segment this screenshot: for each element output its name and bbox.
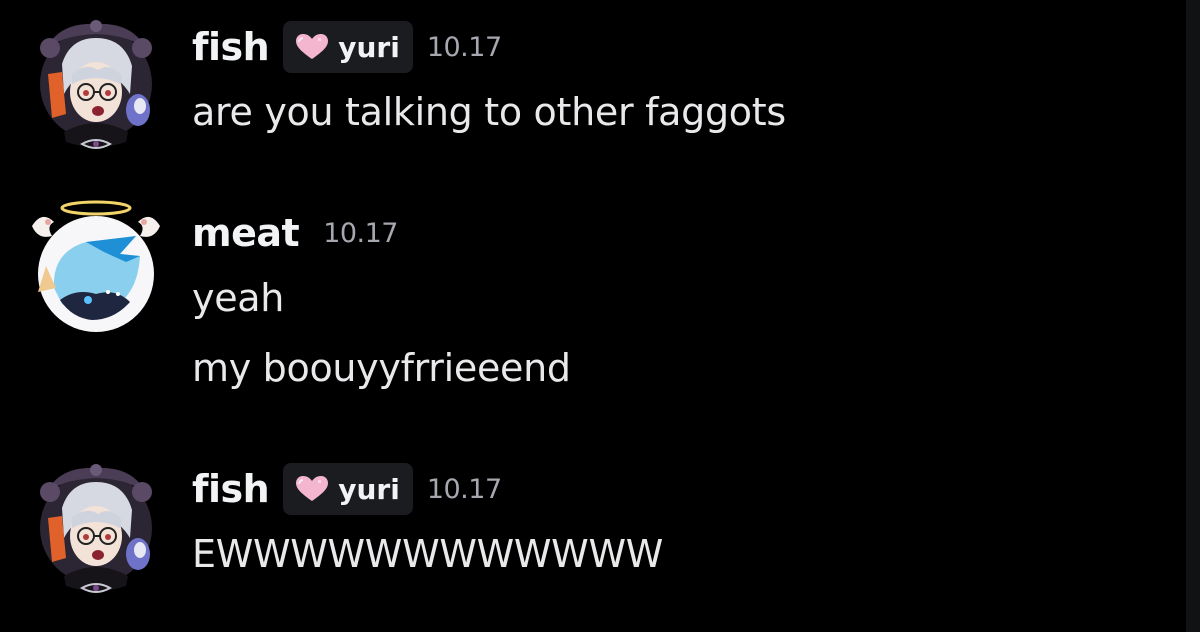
avatar-fish[interactable] xyxy=(26,458,166,598)
username[interactable]: fish xyxy=(192,467,270,511)
message-text: EWWWWWWWWWWWW xyxy=(192,532,663,576)
scrollbar-track[interactable] xyxy=(1186,0,1200,632)
timestamp: 10.17 xyxy=(323,217,398,249)
timestamp: 10.17 xyxy=(426,31,502,63)
username[interactable]: meat xyxy=(192,211,300,255)
message-header: fish yuri 10.17 xyxy=(192,21,502,73)
avatar-meat[interactable] xyxy=(26,196,166,336)
message-text: my boouyyfrrieeend xyxy=(192,346,571,390)
message-text: are you talking to other faggots xyxy=(192,90,786,134)
pink-heart-icon xyxy=(294,475,330,503)
fish-avatar-icon xyxy=(40,464,152,593)
message-header: fish yuri 10.17 xyxy=(192,463,502,515)
meat-avatar-icon xyxy=(32,200,160,332)
user-tag[interactable]: yuri xyxy=(283,463,413,515)
pink-heart-icon xyxy=(294,33,330,61)
username[interactable]: fish xyxy=(192,25,270,69)
avatar-fish[interactable] xyxy=(26,14,166,154)
tag-label: yuri xyxy=(338,472,400,506)
fish-avatar-icon xyxy=(40,20,152,149)
message-header: meat 10.17 xyxy=(192,207,398,259)
timestamp: 10.17 xyxy=(426,473,502,505)
chat-message-list: fish yuri 10.17 are you talking to other… xyxy=(0,0,1200,632)
tag-label: yuri xyxy=(338,30,400,64)
user-tag[interactable]: yuri xyxy=(283,21,413,73)
message-text: yeah xyxy=(192,276,285,320)
